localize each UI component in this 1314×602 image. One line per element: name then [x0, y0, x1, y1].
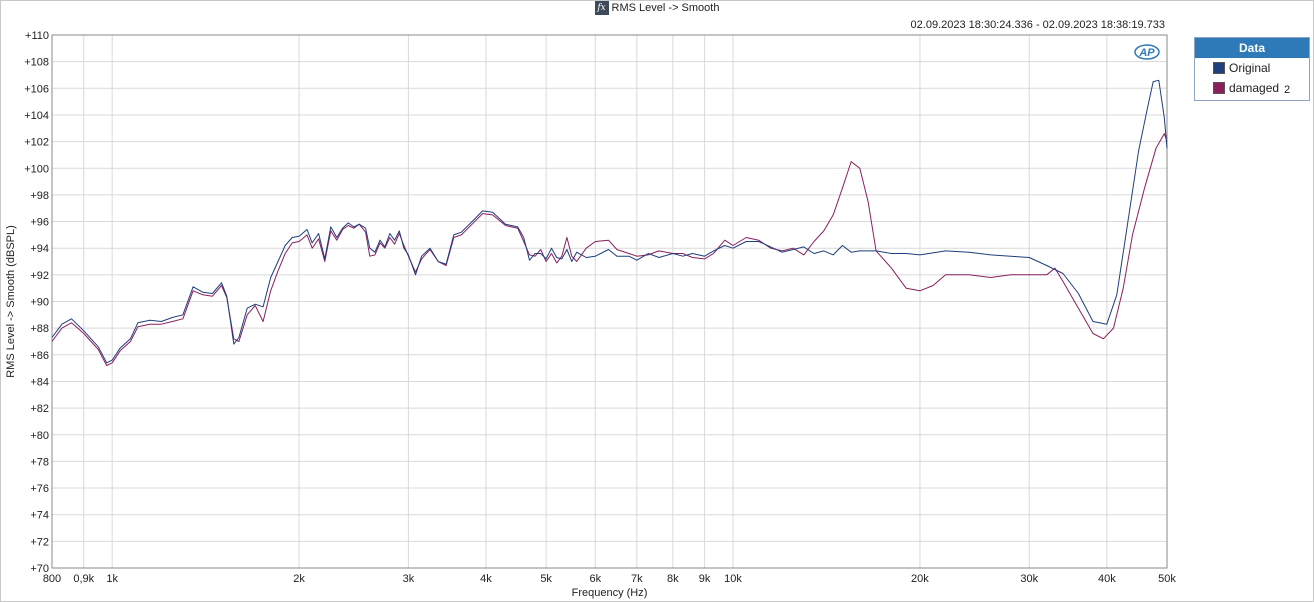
- legend-suffix: 2: [1284, 84, 1291, 96]
- series-lines: [51, 79, 1168, 366]
- x-tick-label: 800: [43, 573, 61, 585]
- rms-level-chart: +110 +108 +106 +104 +102 +100 +98 +96 +94 +92 +90 +…: [5, 30, 1177, 599]
- y-tick-label: +94: [30, 243, 49, 255]
- x-axis-title: Frequency (Hz): [572, 587, 648, 599]
- x-axis-tick-labels: 800 0,9k 1k 2k 3k 4k 5k 6k 7k 8k 9k 10k 20k 30k 40k 50k: [43, 573, 1177, 585]
- x-tick-label: 10k: [724, 573, 742, 585]
- y-tick-label: +78: [30, 456, 49, 468]
- x-tick-label: 3k: [403, 573, 415, 585]
- ap-logo-text: AP: [1138, 47, 1155, 59]
- x-tick-label: 8k: [667, 573, 679, 585]
- grid-lines: [51, 34, 1168, 569]
- x-tick-label: 20k: [911, 573, 929, 585]
- y-tick-label: +110: [25, 30, 49, 42]
- x-tick-label: 1k: [106, 573, 118, 585]
- y-axis-tick-labels: +110 +108 +106 +104 +102 +100 +98 +96 +94 +92 +90 +…: [24, 30, 49, 575]
- y-tick-label: +96: [30, 217, 49, 229]
- y-tick-label: +90: [30, 297, 49, 309]
- x-tick-label: 0,9k: [73, 573, 94, 585]
- y-tick-label: +88: [30, 323, 49, 335]
- legend-swatch-original: [1213, 62, 1225, 74]
- x-tick-label: 2k: [293, 573, 305, 585]
- y-tick-label: +104: [24, 110, 49, 122]
- legend-swatch-damaged: [1213, 82, 1225, 94]
- x-tick-label: 5k: [540, 573, 552, 585]
- legend-label: Original: [1229, 61, 1271, 75]
- legend-item-damaged[interactable]: damaged 2: [1195, 78, 1309, 98]
- legend-header: Data: [1195, 38, 1309, 58]
- y-tick-label: +98: [30, 190, 49, 202]
- legend-item-original[interactable]: Original: [1195, 58, 1309, 78]
- y-tick-label: +84: [30, 376, 49, 388]
- x-tick-label: 6k: [589, 573, 601, 585]
- x-tick-label: 7k: [631, 573, 643, 585]
- ap-logo-icon: AP: [1134, 44, 1160, 60]
- y-tick-label: +72: [30, 536, 49, 548]
- y-tick-label: +100: [24, 163, 49, 175]
- legend-label: damaged: [1229, 81, 1280, 95]
- x-tick-label: 9k: [699, 573, 711, 585]
- x-tick-label: 50k: [1158, 573, 1176, 585]
- y-tick-label: +106: [24, 83, 49, 95]
- legend-panel: Data Original damaged 2: [1194, 37, 1310, 101]
- y-tick-label: +76: [30, 483, 49, 495]
- y-tick-label: +82: [30, 403, 49, 415]
- y-tick-label: +92: [30, 270, 49, 282]
- y-tick-label: +102: [24, 137, 49, 149]
- x-tick-label: 30k: [1020, 573, 1038, 585]
- y-tick-label: +80: [30, 430, 49, 442]
- y-axis-title: RMS Level -> Smooth (dBSPL): [5, 225, 17, 378]
- y-tick-label: +86: [30, 350, 49, 362]
- x-tick-label: 4k: [480, 573, 492, 585]
- x-tick-label: 40k: [1098, 573, 1116, 585]
- y-tick-label: +74: [30, 510, 49, 522]
- y-tick-label: +108: [24, 57, 49, 69]
